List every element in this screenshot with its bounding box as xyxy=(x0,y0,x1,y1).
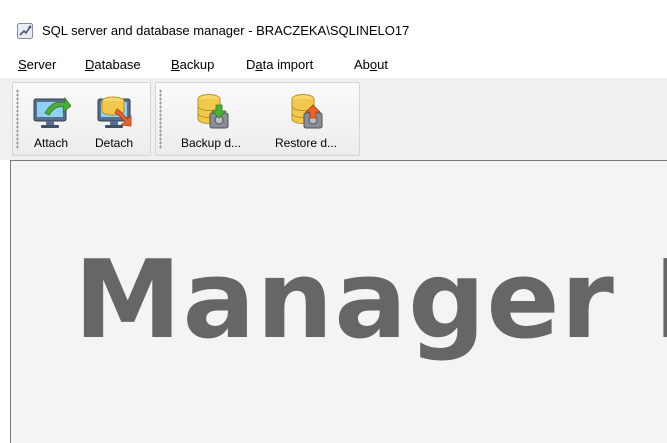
backup-database-button[interactable]: Backup d... xyxy=(166,85,256,153)
toolbar-area: Attach Detach Backup d... Restore d... xyxy=(0,78,667,160)
menu-about-label: ut xyxy=(377,57,388,72)
restore-database-icon xyxy=(291,94,323,129)
attach-database-icon xyxy=(33,96,71,128)
toolbar-grip[interactable] xyxy=(16,89,19,149)
backup-database-label: Backup d... xyxy=(180,136,242,150)
menu-database-label: atabase xyxy=(94,57,141,72)
restore-database-button[interactable]: Restore d... xyxy=(258,85,354,153)
menu-data-import-pre: D xyxy=(246,57,256,72)
window-title: SQL server and database manager - BRACZE… xyxy=(42,23,410,38)
attach-label: Attach xyxy=(33,136,69,150)
toolbar-backup-restore: Backup d... Restore d... xyxy=(155,82,360,156)
main-content: Manager D xyxy=(10,160,667,443)
detach-button[interactable]: Detach xyxy=(83,85,145,153)
menu-backup-label: ackup xyxy=(179,57,215,72)
menu-backup-accel: B xyxy=(171,57,180,72)
menu-backup[interactable]: Backup xyxy=(171,57,214,73)
menu-about[interactable]: About xyxy=(354,57,388,73)
menu-server-accel: S xyxy=(18,57,27,72)
app-icon xyxy=(17,23,33,39)
menu-data-import-label: ta import xyxy=(262,57,314,72)
backup-database-icon xyxy=(197,94,229,129)
menu-database[interactable]: Database xyxy=(85,57,141,73)
detach-database-icon xyxy=(97,96,132,128)
restore-database-label: Restore d... xyxy=(274,136,338,150)
menu-server[interactable]: Server xyxy=(18,57,56,73)
menu-bar: Server Database Backup Data import About xyxy=(0,52,667,78)
title-bar: SQL server and database manager - BRACZE… xyxy=(0,0,667,52)
detach-label: Detach xyxy=(94,136,134,150)
toolbar-grip[interactable] xyxy=(159,89,162,149)
menu-data-import-accel: a xyxy=(255,57,263,72)
attach-button[interactable]: Attach xyxy=(21,85,81,153)
menu-server-label: erver xyxy=(26,57,57,72)
splash-title: Manager D xyxy=(74,238,667,363)
menu-database-accel: D xyxy=(85,57,95,72)
toolbar-attach-detach: Attach Detach xyxy=(12,82,151,156)
menu-about-pre: Ab xyxy=(354,57,370,72)
menu-data-import[interactable]: Data import xyxy=(246,57,313,73)
